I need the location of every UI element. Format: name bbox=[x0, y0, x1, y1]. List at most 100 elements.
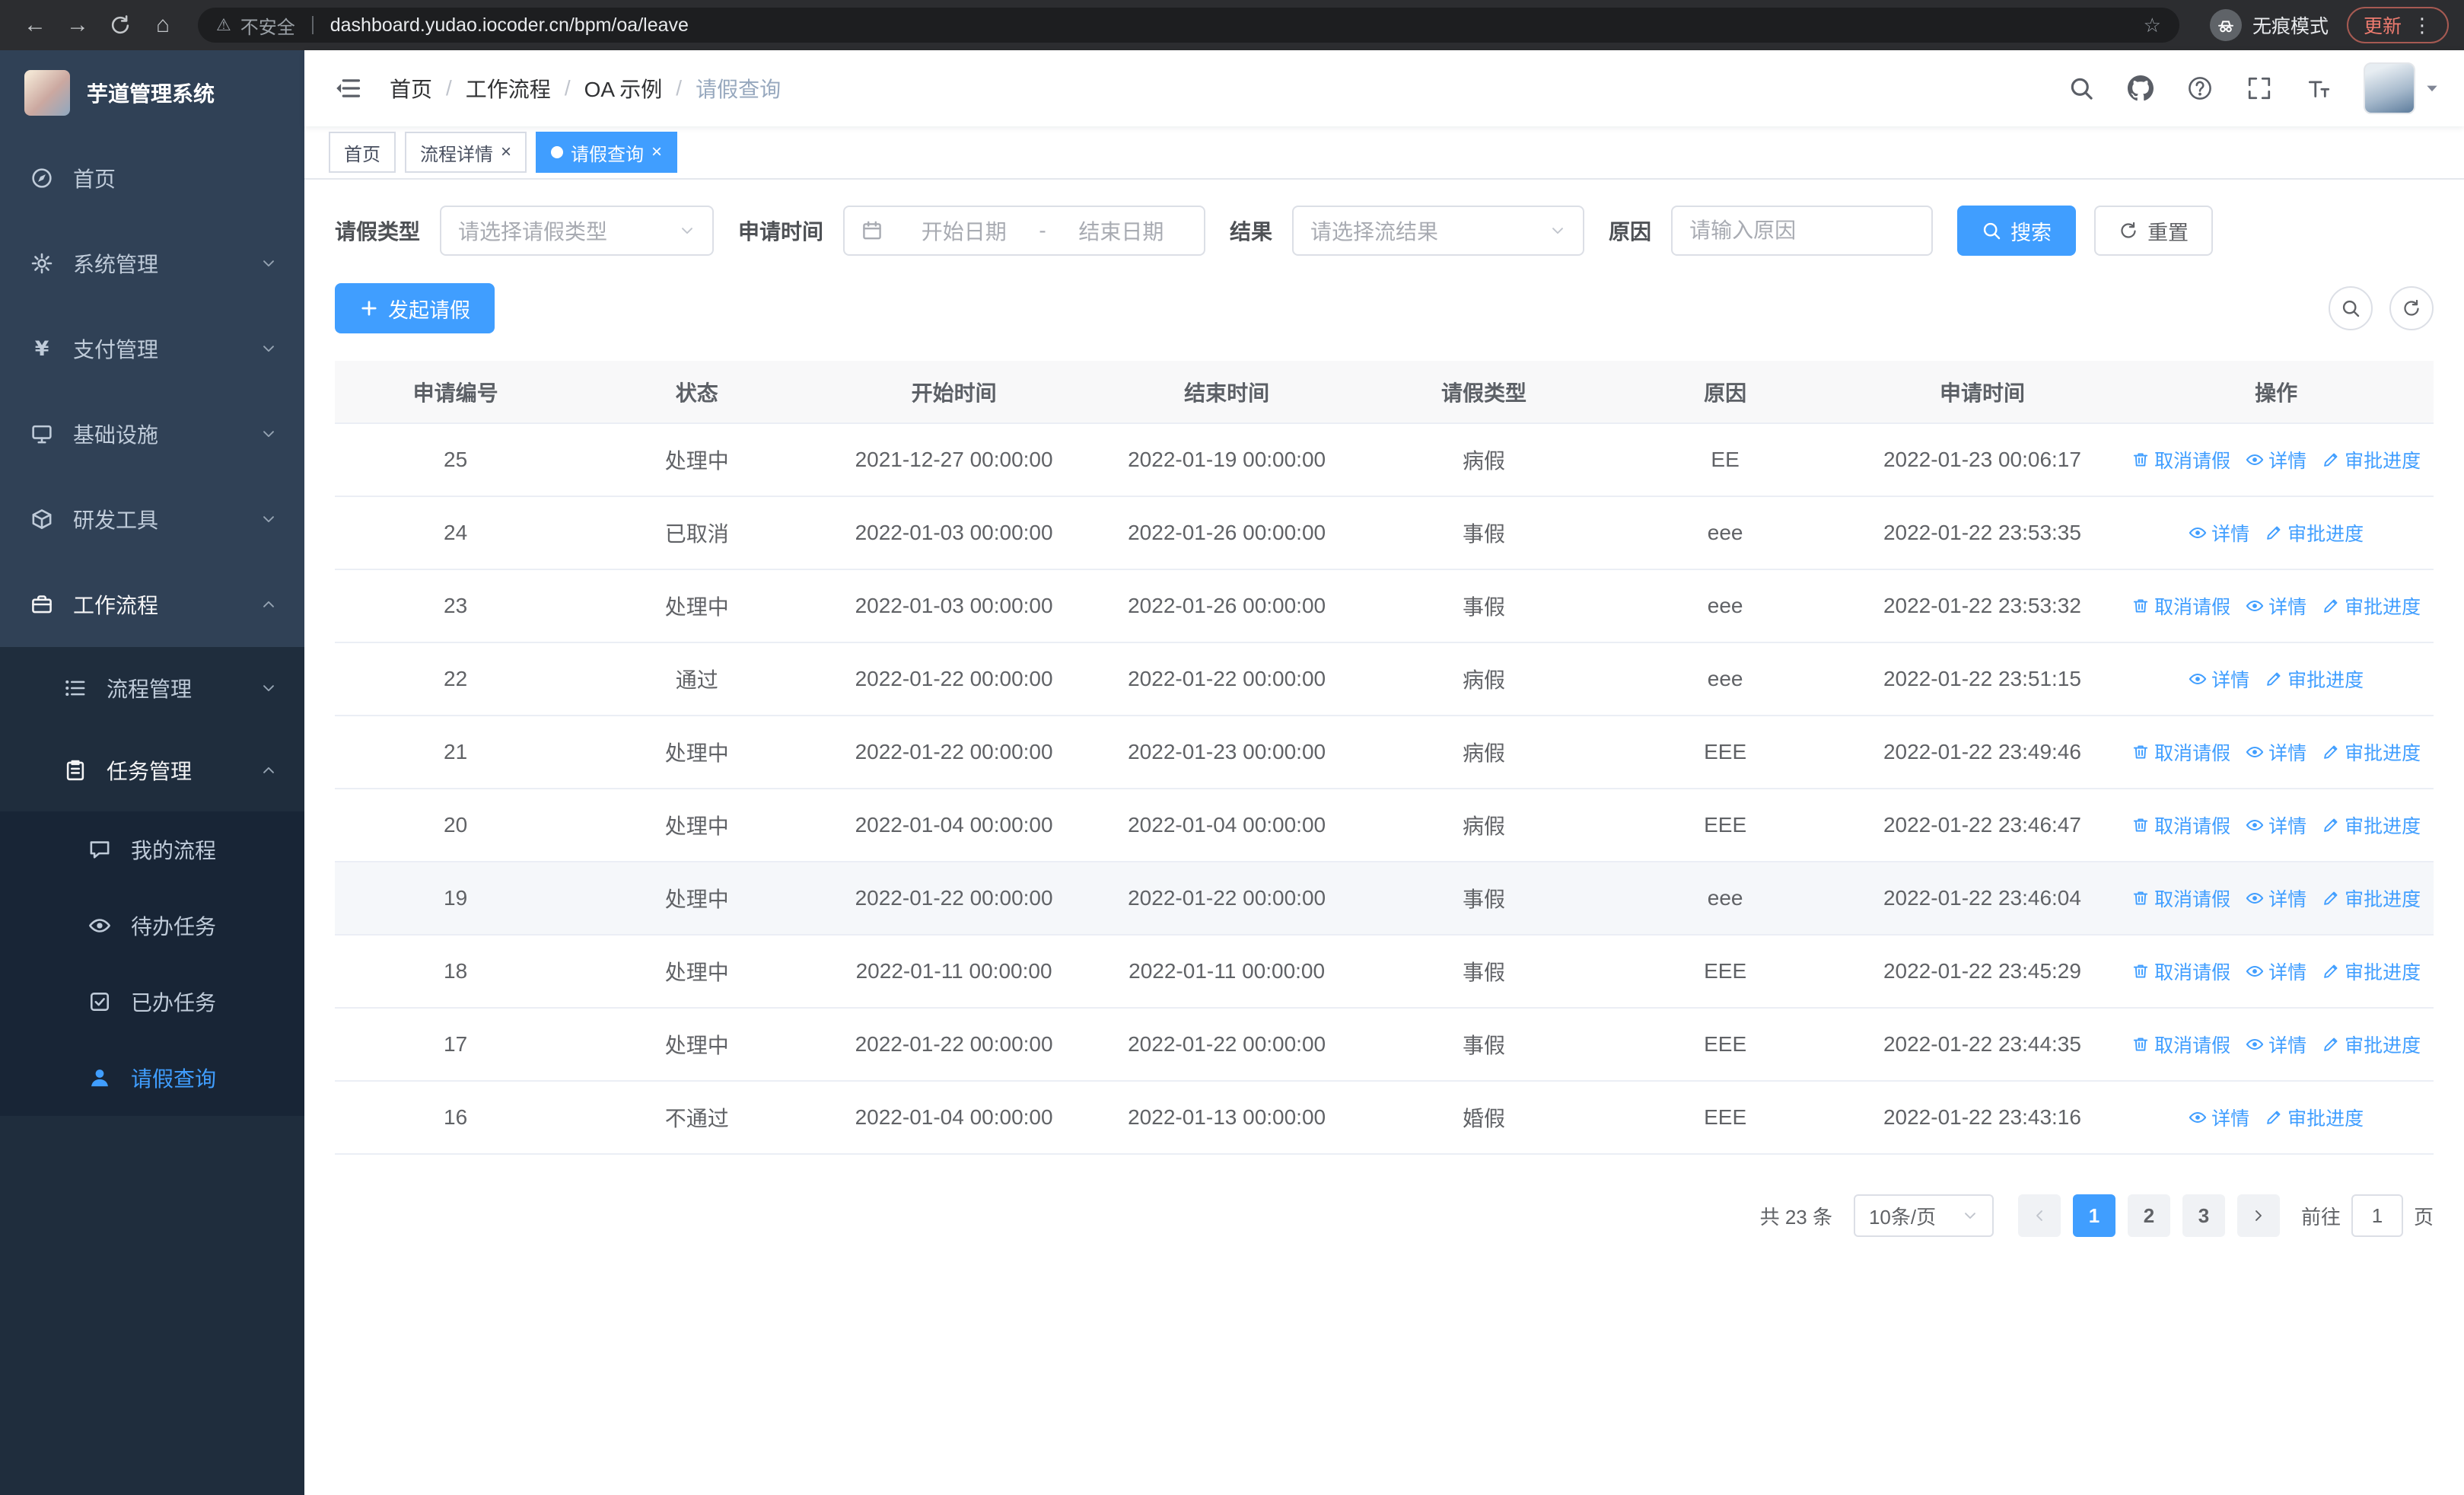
cancel-link[interactable]: 取消请假 bbox=[2131, 592, 2230, 620]
sidebar-item-todo-tasks[interactable]: 待办任务 bbox=[0, 888, 304, 964]
breadcrumb-item[interactable]: 首页 bbox=[390, 73, 432, 104]
help-icon[interactable] bbox=[2170, 75, 2230, 101]
page-size-select[interactable]: 10条/页 bbox=[1853, 1194, 1994, 1237]
browser-home-button[interactable]: ⌂ bbox=[143, 5, 183, 45]
user-menu[interactable] bbox=[2364, 62, 2440, 114]
sidebar-toggle-icon[interactable] bbox=[329, 75, 368, 102]
next-page-button[interactable] bbox=[2236, 1194, 2280, 1237]
action-label: 详情 bbox=[2268, 596, 2307, 618]
search-icon[interactable] bbox=[2052, 75, 2111, 101]
detail-link[interactable]: 详情 bbox=[2246, 885, 2306, 912]
cancel-link[interactable]: 取消请假 bbox=[2131, 1031, 2230, 1058]
app-logo[interactable]: 芋道管理系统 bbox=[0, 50, 304, 135]
sidebar-item-done-tasks[interactable]: 已办任务 bbox=[0, 964, 304, 1040]
browser-menu-kebab-icon[interactable]: ⋮ bbox=[2412, 14, 2432, 37]
cancel-link[interactable]: 取消请假 bbox=[2131, 885, 2230, 912]
sidebar-item-home[interactable]: 首页 bbox=[0, 135, 304, 221]
cell-actions: 详情 审批进度 bbox=[2119, 496, 2434, 570]
detail-link[interactable]: 详情 bbox=[2246, 958, 2306, 985]
detail-link[interactable]: 详情 bbox=[2189, 1104, 2249, 1131]
github-icon[interactable] bbox=[2111, 75, 2170, 101]
update-button[interactable]: 更新 ⋮ bbox=[2346, 7, 2449, 43]
detail-link[interactable]: 详情 bbox=[2246, 1031, 2306, 1058]
page-button-1[interactable]: 1 bbox=[2072, 1194, 2115, 1237]
progress-link[interactable]: 审批进度 bbox=[2265, 519, 2364, 547]
create-leave-button[interactable]: 发起请假 bbox=[335, 283, 495, 333]
close-icon[interactable]: × bbox=[501, 143, 511, 161]
leave-type-select[interactable]: 请选择请假类型 bbox=[440, 206, 715, 256]
search-button[interactable]: 搜索 bbox=[1957, 206, 2077, 256]
column-header: 操作 bbox=[2119, 361, 2434, 424]
fullscreen-icon[interactable] bbox=[2230, 75, 2289, 101]
view-tag[interactable]: 请假查询 × bbox=[536, 132, 678, 173]
page-button-3[interactable]: 3 bbox=[2182, 1194, 2225, 1237]
incognito-label: 无痕模式 bbox=[2252, 16, 2329, 37]
menu-item-label: 待办任务 bbox=[131, 915, 217, 939]
progress-link[interactable]: 审批进度 bbox=[2265, 665, 2364, 693]
toggle-search-button[interactable] bbox=[2329, 286, 2373, 330]
apply-time-range-picker[interactable]: 开始日期 - 结束日期 bbox=[843, 206, 1206, 256]
prev-page-button[interactable] bbox=[2017, 1194, 2061, 1237]
sidebar-item-task-management[interactable]: 任务管理 bbox=[0, 729, 304, 811]
forward-button[interactable]: → bbox=[58, 5, 97, 45]
bookmark-star-icon[interactable]: ☆ bbox=[2144, 14, 2161, 37]
view-tag[interactable]: 首页 bbox=[329, 132, 396, 173]
cancel-link[interactable]: 取消请假 bbox=[2131, 738, 2230, 766]
sidebar-item-process-management[interactable]: 流程管理 bbox=[0, 647, 304, 729]
detail-link[interactable]: 详情 bbox=[2246, 738, 2306, 766]
cell-reason: EEE bbox=[1604, 1008, 1846, 1082]
result-select[interactable]: 请选择流结果 bbox=[1292, 206, 1585, 256]
sidebar-item-my-processes[interactable]: 我的流程 bbox=[0, 811, 304, 888]
progress-link[interactable]: 审批进度 bbox=[2322, 1031, 2421, 1058]
active-dot bbox=[551, 146, 564, 158]
sidebar-item-dev-tools[interactable]: 研发工具 bbox=[0, 477, 304, 562]
close-icon[interactable]: × bbox=[651, 143, 662, 161]
detail-link[interactable]: 详情 bbox=[2246, 446, 2306, 473]
reload-button[interactable] bbox=[100, 5, 140, 45]
progress-link[interactable]: 审批进度 bbox=[2322, 592, 2421, 620]
column-header: 申请编号 bbox=[335, 361, 577, 424]
cell-leave-type: 病假 bbox=[1363, 423, 1605, 497]
detail-link[interactable]: 详情 bbox=[2246, 592, 2306, 620]
cell-end-time: 2022-01-26 00:00:00 bbox=[1090, 496, 1364, 570]
reset-button[interactable]: 重置 bbox=[2094, 206, 2214, 256]
progress-link[interactable]: 审批进度 bbox=[2322, 811, 2421, 839]
sidebar-item-system-management[interactable]: 系统管理 bbox=[0, 221, 304, 306]
sidebar-item-infrastructure[interactable]: 基础设施 bbox=[0, 391, 304, 477]
progress-link[interactable]: 审批进度 bbox=[2322, 885, 2421, 912]
cancel-link[interactable]: 取消请假 bbox=[2131, 446, 2230, 473]
sidebar-item-leave-query[interactable]: 请假查询 bbox=[0, 1040, 304, 1116]
detail-link[interactable]: 详情 bbox=[2246, 811, 2306, 839]
progress-link[interactable]: 审批进度 bbox=[2322, 738, 2421, 766]
sidebar-item-workflow[interactable]: 工作流程 bbox=[0, 562, 304, 647]
menu-item-label: 系统管理 bbox=[73, 253, 159, 276]
cell-end-time: 2022-01-04 00:00:00 bbox=[1090, 789, 1364, 862]
chevron-down-icon bbox=[260, 426, 277, 442]
table-toolbar: 发起请假 bbox=[335, 283, 2434, 333]
reason-input[interactable] bbox=[1671, 206, 1934, 256]
progress-link[interactable]: 审批进度 bbox=[2322, 958, 2421, 985]
breadcrumb-item[interactable]: OA 示例 bbox=[584, 73, 663, 104]
goto-page-input[interactable] bbox=[2351, 1194, 2403, 1237]
page-button-2[interactable]: 2 bbox=[2127, 1194, 2170, 1237]
cell-apply-no: 19 bbox=[335, 862, 577, 936]
cell-status: 处理中 bbox=[576, 569, 818, 643]
detail-link[interactable]: 详情 bbox=[2189, 519, 2249, 547]
home-icon bbox=[30, 167, 53, 190]
detail-link[interactable]: 详情 bbox=[2189, 665, 2249, 693]
breadcrumb-item[interactable]: 工作流程 bbox=[466, 73, 551, 104]
font-size-icon[interactable] bbox=[2289, 75, 2348, 101]
action-label: 详情 bbox=[2268, 961, 2307, 983]
action-label: 详情 bbox=[2211, 669, 2250, 691]
address-bar[interactable]: ⚠ 不安全 dashboard.yudao.iocoder.cn/bpm/oa/… bbox=[198, 8, 2179, 43]
refresh-table-button[interactable] bbox=[2389, 286, 2434, 330]
progress-link[interactable]: 审批进度 bbox=[2265, 1104, 2364, 1131]
cancel-link[interactable]: 取消请假 bbox=[2131, 958, 2230, 985]
sidebar-item-payment-management[interactable]: ¥ 支付管理 bbox=[0, 306, 304, 391]
view-tag[interactable]: 流程详情 × bbox=[405, 132, 527, 173]
cancel-link[interactable]: 取消请假 bbox=[2131, 811, 2230, 839]
progress-link[interactable]: 审批进度 bbox=[2322, 446, 2421, 473]
back-button[interactable]: ← bbox=[15, 5, 55, 45]
chevron-up-icon bbox=[260, 596, 277, 613]
eye-icon bbox=[2189, 670, 2207, 688]
